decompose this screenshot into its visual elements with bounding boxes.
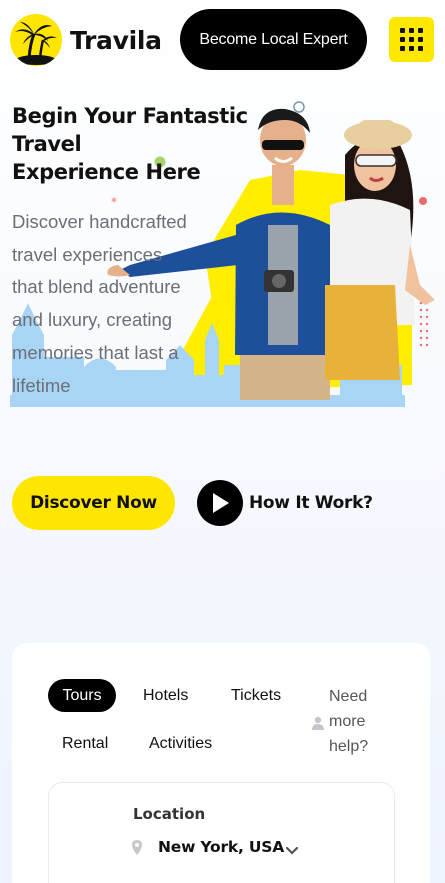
map-pin-icon (132, 840, 142, 859)
grid-menu-icon[interactable] (389, 17, 434, 62)
become-local-expert-button[interactable]: Become Local Expert (180, 9, 367, 70)
brand-logo[interactable]: Travila (10, 14, 162, 66)
need-more-help-link[interactable]: Need more help? (312, 684, 382, 759)
tab-activities[interactable]: Activities (149, 735, 212, 753)
hero-headline: Begin Your Fantastic Travel Experience He… (12, 104, 248, 184)
user-icon (312, 713, 324, 738)
how-it-work-label: How It Work? (249, 493, 373, 513)
hero-description: Discover handcrafted travel experiences … (12, 211, 187, 396)
location-field[interactable]: Location New York, USA (48, 782, 395, 883)
tab-hotels[interactable]: Hotels (143, 687, 188, 705)
brand-name: Travila (70, 25, 162, 55)
tab-rental[interactable]: Rental (62, 735, 108, 753)
how-it-work-link[interactable]: How It Work? (197, 480, 373, 526)
discover-now-button[interactable]: Discover Now (12, 476, 175, 530)
play-icon[interactable] (197, 480, 243, 526)
location-value: New York, USA (158, 838, 285, 856)
location-label: Location (133, 805, 206, 823)
tab-tours[interactable]: Tours (48, 679, 116, 712)
search-card: Tours Hotels Tickets Rental Activities N… (12, 643, 430, 883)
tab-tickets[interactable]: Tickets (231, 687, 281, 705)
help-line: Need (329, 688, 368, 705)
palm-tree-icon (10, 14, 62, 66)
site-header: Travila Become Local Expert (0, 0, 445, 80)
chevron-down-icon[interactable] (285, 841, 299, 860)
